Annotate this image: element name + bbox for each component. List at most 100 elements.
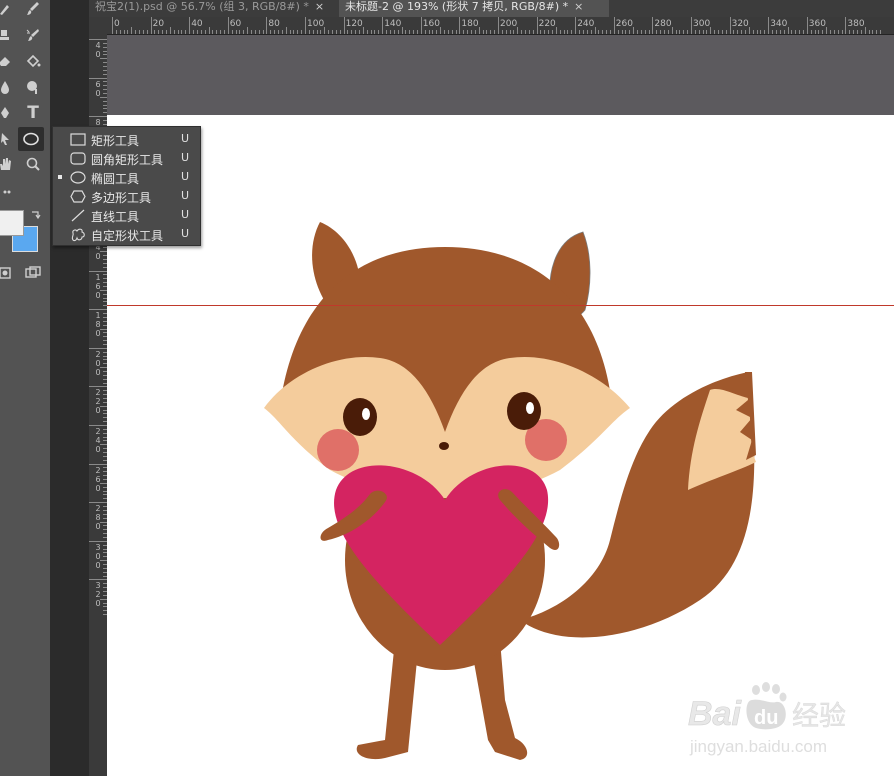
- custom-shape-icon: [71, 228, 85, 242]
- ruler-tick: [347, 30, 349, 34]
- horizontal-guide[interactable]: [107, 305, 894, 306]
- ruler-tick: [845, 17, 847, 34]
- ruler-tick: [702, 30, 704, 34]
- ruler-tick: [123, 30, 125, 34]
- ruler-tick: [359, 30, 361, 34]
- menu-item-polygon-tool[interactable]: 多边形工具 U: [53, 187, 200, 206]
- ruler-tick: [193, 30, 195, 34]
- menu-item-label: 圆角矩形工具: [91, 153, 164, 167]
- ellipse-tool-icon[interactable]: [18, 127, 44, 151]
- menu-item-line-tool[interactable]: 直线工具 U: [53, 206, 200, 225]
- ruler-tick: [648, 30, 650, 34]
- ruler-tick: [343, 17, 345, 34]
- zoom-icon[interactable]: [22, 153, 44, 175]
- ruler-tick: [718, 30, 720, 34]
- ruler-tick: [139, 30, 141, 34]
- more-tools-icon[interactable]: [0, 181, 16, 203]
- ruler-label: 1 8 0: [95, 311, 101, 339]
- menu-item-label: 自定形状工具: [91, 229, 164, 243]
- ruler-tick: [312, 30, 314, 34]
- ruler-tick: [451, 30, 453, 34]
- ruler-tick: [308, 30, 310, 34]
- ruler-tick: [783, 30, 785, 34]
- ruler-tick: [100, 58, 107, 60]
- ruler-tick: [501, 30, 503, 34]
- ruler-tick: [625, 30, 627, 34]
- ruler-tick: [204, 30, 206, 34]
- ruler-tick: [490, 30, 492, 34]
- blur-icon[interactable]: [0, 76, 16, 98]
- ruler-tick: [521, 30, 523, 34]
- ruler-label: 140: [384, 19, 402, 29]
- ruler-tick: [594, 27, 596, 34]
- ruler-tick: [135, 30, 137, 34]
- ruler-origin[interactable]: [89, 17, 107, 35]
- ruler-tick: [675, 30, 677, 34]
- ruler-tick: [849, 30, 851, 34]
- rectangle-icon: [70, 133, 86, 146]
- ruler-label: 280: [654, 19, 672, 29]
- ruler-label: 2 6 0: [95, 465, 101, 493]
- fox-illustration[interactable]: [107, 115, 894, 776]
- quick-mask-icon[interactable]: [0, 262, 16, 284]
- swap-colors-icon[interactable]: [24, 204, 46, 226]
- tab-document-1[interactable]: 祝宝2(1).psd @ 56.7% (组 3, RGB/8#) * ×: [89, 0, 349, 17]
- ruler-tick: [285, 27, 287, 34]
- ruler-tick: [405, 30, 407, 34]
- ruler-label: 320: [731, 19, 749, 29]
- ruler-tick: [335, 30, 337, 34]
- paint-bucket-icon[interactable]: [22, 50, 44, 72]
- ruler-tick: [482, 30, 484, 34]
- dodge-icon[interactable]: [22, 76, 44, 98]
- menu-item-rounded-rectangle-tool[interactable]: 圆角矩形工具 U: [53, 149, 200, 168]
- ruler-tick: [548, 30, 550, 34]
- ruler-tick: [467, 30, 469, 34]
- ruler-tick: [208, 27, 210, 34]
- ruler-tick: [220, 30, 222, 34]
- type-tool-icon[interactable]: T: [22, 102, 44, 124]
- hand-icon[interactable]: [0, 153, 16, 175]
- ruler-tick: [779, 30, 781, 34]
- ruler-tick: [173, 30, 175, 34]
- ruler-tick: [872, 30, 874, 34]
- path-selection-icon[interactable]: [0, 128, 16, 150]
- ruler-tick: [274, 30, 276, 34]
- ruler-tick: [552, 30, 554, 34]
- ruler-tick: [131, 27, 133, 34]
- horizontal-ruler[interactable]: 0 20 40 60 80 100 120 140 160 180 200 220 240 260 280 3…: [107, 17, 894, 35]
- paint-brush-icon[interactable]: [22, 0, 44, 20]
- pen-icon[interactable]: [0, 102, 16, 124]
- ruler-tick: [370, 30, 372, 34]
- clone-stamp-icon[interactable]: [0, 24, 16, 46]
- ruler-tick: [239, 30, 241, 34]
- ruler-tick: [247, 27, 249, 34]
- ruler-tick: [756, 30, 758, 34]
- ruler-tick: [629, 30, 631, 34]
- eraser-icon[interactable]: [0, 50, 16, 72]
- history-brush-icon[interactable]: [22, 24, 44, 46]
- tab-document-2[interactable]: 未标题-2 @ 193% (形状 7 拷贝, RGB/8#) * ×: [339, 0, 609, 17]
- screen-mode-icon[interactable]: [22, 262, 44, 284]
- menu-item-ellipse-tool[interactable]: 椭圆工具 U: [53, 168, 200, 187]
- watermark-cn: 经验: [792, 701, 846, 732]
- menu-item-label: 多边形工具: [91, 191, 152, 205]
- ruler-tick: [559, 30, 561, 34]
- watermark-brand: Bai: [688, 695, 742, 733]
- ruler-tick: [89, 425, 107, 426]
- baidu-jingyan-watermark: Bai du 经验 jingyan.baidu.com: [688, 682, 846, 756]
- menu-item-rectangle-tool[interactable]: 矩形工具 U: [53, 130, 200, 149]
- ruler-tick: [413, 30, 415, 34]
- ruler-label: 60: [229, 19, 242, 29]
- ruler-label: 240: [577, 19, 595, 29]
- close-icon[interactable]: ×: [315, 0, 324, 13]
- ruler-tick: [89, 540, 107, 542]
- foreground-color-swatch[interactable]: [0, 210, 24, 236]
- menu-item-custom-shape-tool[interactable]: 自定形状工具 U: [53, 225, 200, 244]
- close-icon[interactable]: ×: [574, 0, 583, 13]
- brush-icon[interactable]: [0, 0, 16, 20]
- ruler-tick: [729, 17, 731, 34]
- ruler-tick: [799, 30, 801, 34]
- ruler-label: 2 4 0: [95, 427, 101, 454]
- watermark-paw: du: [754, 707, 778, 729]
- ruler-label: 180: [461, 19, 479, 29]
